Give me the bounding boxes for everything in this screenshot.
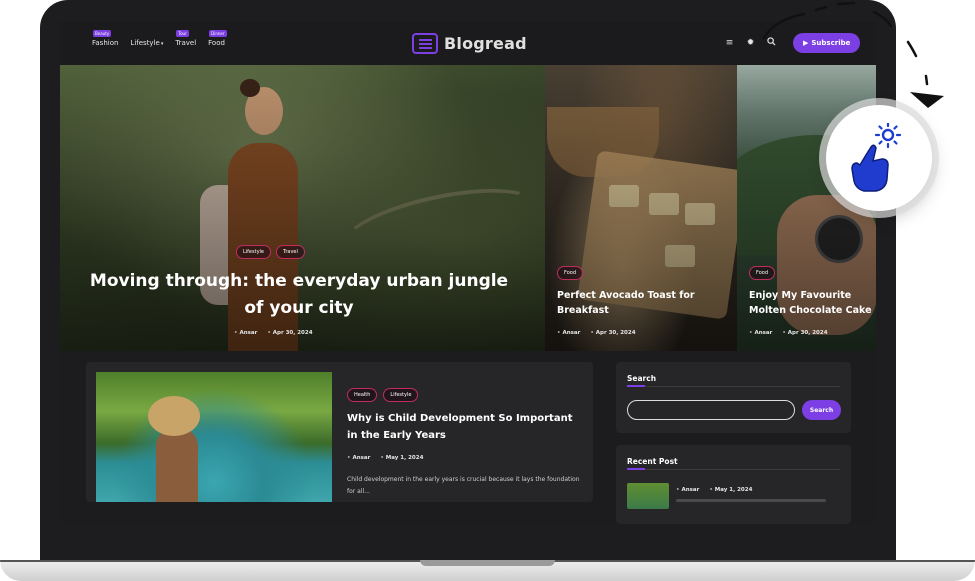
site-logo[interactable]: Blogread xyxy=(412,33,527,54)
card-meta: Ansar Apr 30, 2024 xyxy=(749,330,828,336)
chevron-down-icon: ▾ xyxy=(160,41,164,47)
tag-chip[interactable]: Travel xyxy=(276,245,305,259)
search-button[interactable]: Search xyxy=(802,400,841,420)
tag-chip[interactable]: Lifestyle xyxy=(236,245,272,259)
post-excerpt: Child development in the early years is … xyxy=(347,476,580,495)
nav-badge: Tour xyxy=(176,30,189,37)
tag-chip[interactable]: Lifestyle xyxy=(383,388,419,402)
search-widget: Search Search xyxy=(616,362,851,433)
author[interactable]: Ansar xyxy=(676,487,699,493)
date: May 1, 2024 xyxy=(380,455,424,461)
hero-card-cake[interactable]: Food Enjoy My Favourite Molten Chocolate… xyxy=(737,65,876,351)
recent-posts-widget: Recent Post Ansar May 1, 2024 xyxy=(616,445,851,524)
recent-post-meta: Ansar May 1, 2024 xyxy=(676,487,752,493)
tag-chip[interactable]: Food xyxy=(749,266,775,280)
main-nav: Beauty Fashion Lifestyle▾ Tour Travel Di… xyxy=(92,30,227,47)
widget-divider xyxy=(627,385,840,387)
nav-item-food[interactable]: Dinner Food xyxy=(208,30,227,47)
card-tags: Food xyxy=(749,266,775,280)
logo-text: Blogread xyxy=(444,34,527,53)
nav-label: Fashion xyxy=(92,39,119,47)
date: May 1, 2024 xyxy=(709,487,753,493)
card-tags: Food xyxy=(557,266,583,280)
post-tags: Health Lifestyle xyxy=(347,388,419,402)
nav-badge: Beauty xyxy=(93,30,112,37)
recent-post-title-line[interactable] xyxy=(676,499,826,502)
laptop-notch xyxy=(420,560,555,566)
card-title-text: Enjoy My Favourite Molten Chocolate Cake xyxy=(749,290,872,316)
post-thumbnail[interactable] xyxy=(96,372,332,502)
post-card[interactable]: Health Lifestyle Why is Child Developmen… xyxy=(86,362,593,502)
hero-card-food[interactable]: Food Perfect Avocado Toast for Breakfast… xyxy=(545,65,737,351)
widget-divider xyxy=(627,468,840,470)
date: Apr 30, 2024 xyxy=(267,330,313,336)
card-title[interactable]: Enjoy My Favourite Molten Chocolate Cake xyxy=(749,288,876,318)
date: Apr 30, 2024 xyxy=(782,330,828,336)
nav-item-fashion[interactable]: Beauty Fashion xyxy=(92,30,118,47)
cursor-highlight xyxy=(826,105,932,211)
widget-title: Recent Post xyxy=(627,457,678,466)
hero-title[interactable]: Moving through: the everyday urban jungl… xyxy=(84,268,514,322)
nav-label: Lifestyle xyxy=(130,39,160,47)
nav-label: Travel xyxy=(175,39,197,47)
author[interactable]: Ansar xyxy=(347,455,370,461)
nav-item-lifestyle[interactable]: Lifestyle▾ xyxy=(130,30,163,47)
author[interactable]: Ansar xyxy=(234,330,257,336)
search-input[interactable] xyxy=(627,400,795,420)
dashed-decoration xyxy=(762,1,893,40)
tag-chip[interactable]: Health xyxy=(347,388,378,402)
hero-meta: Ansar Apr 30, 2024 xyxy=(234,330,313,336)
nav-label: Food xyxy=(208,39,225,47)
logo-icon xyxy=(412,33,438,54)
hero-tags: Lifestyle Travel xyxy=(236,245,305,259)
widget-title: Search xyxy=(627,374,657,383)
card-title[interactable]: Perfect Avocado Toast for Breakfast xyxy=(557,288,717,318)
hero-main-post[interactable]: Lifestyle Travel Moving through: the eve… xyxy=(60,65,545,351)
pointer-hand-icon xyxy=(851,123,902,192)
recent-post-thumbnail[interactable] xyxy=(627,483,669,509)
author[interactable]: Ansar xyxy=(749,330,772,336)
nav-badge: Dinner xyxy=(209,30,227,37)
author[interactable]: Ansar xyxy=(557,330,580,336)
tag-chip[interactable]: Food xyxy=(557,266,583,280)
card-meta: Ansar Apr 30, 2024 xyxy=(557,330,636,336)
nav-item-travel[interactable]: Tour Travel xyxy=(175,30,196,47)
date: Apr 30, 2024 xyxy=(590,330,636,336)
arrow-decoration xyxy=(906,40,944,108)
hero-section: Lifestyle Travel Moving through: the eve… xyxy=(60,65,876,351)
menu-icon[interactable]: ≡ xyxy=(724,38,735,48)
post-title[interactable]: Why is Child Development So Important in… xyxy=(347,410,583,444)
post-meta: Ansar May 1, 2024 xyxy=(347,455,423,461)
